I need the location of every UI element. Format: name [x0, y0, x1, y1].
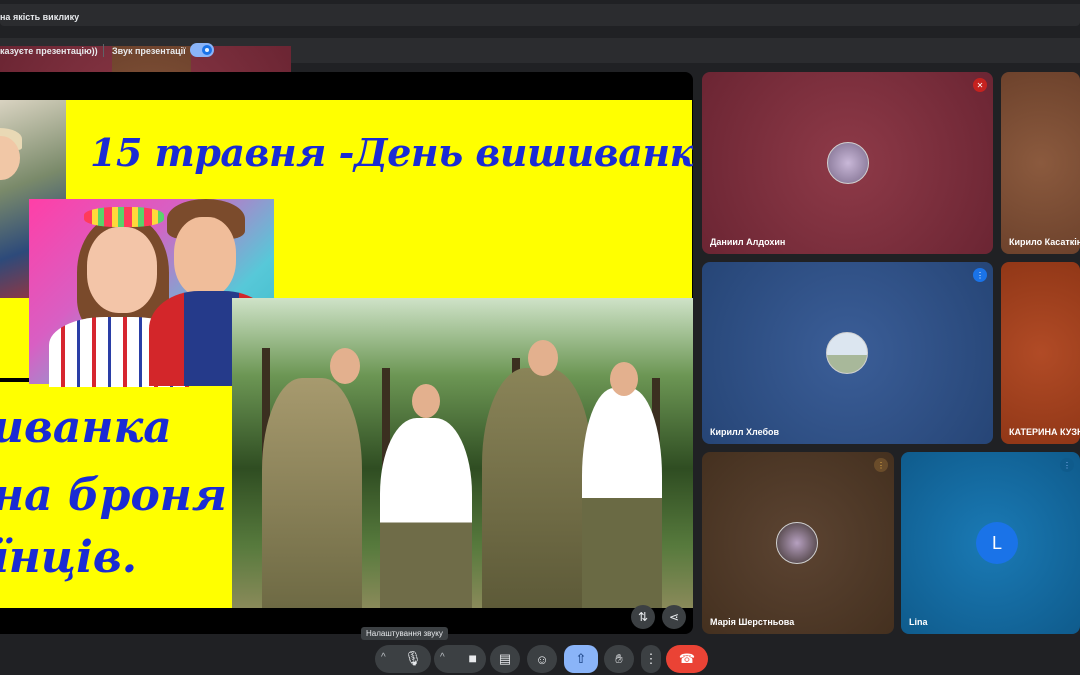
end-call-button[interactable]: ☎︎: [666, 645, 708, 673]
speaking-icon: ⋮: [1060, 458, 1074, 472]
boy-face: [174, 217, 236, 297]
participant-name: Lina: [909, 617, 928, 627]
camera-icon[interactable]: ■: [469, 650, 477, 666]
divider: [103, 44, 104, 57]
raise-hand-button[interactable]: ✋︎: [604, 645, 634, 673]
participant-tile[interactable]: ✕ Даниил Алдохин: [702, 72, 993, 254]
top-notification-bar: на якість виклику: [0, 0, 1080, 30]
participant-name: Кирилл Хлебов: [710, 427, 780, 437]
speaking-icon: ⋮: [973, 268, 987, 282]
soldier-head: [330, 348, 360, 384]
participant-tile[interactable]: ⋮ Кирилл Хлебов: [702, 262, 993, 444]
audio-settings-tooltip: Налаштування звуку: [361, 627, 448, 640]
participant-tile[interactable]: КАТЕРИНА КУЗН: [1001, 262, 1080, 444]
present-button[interactable]: ⇧: [564, 645, 598, 673]
mic-off-icon: ✕: [973, 78, 987, 92]
participant-name: Даниил Алдохин: [710, 237, 786, 247]
notification-strip: [0, 4, 1080, 26]
camera-control-group[interactable]: ^ ■: [434, 645, 486, 673]
flower-wreath: [84, 207, 164, 227]
raise-hand-icon: ✋︎: [615, 651, 623, 666]
participant-tile[interactable]: ⋮ Марія Шерстньова: [702, 452, 894, 634]
pin-icon[interactable]: ⇅: [631, 605, 655, 629]
captions-icon: ▤: [498, 651, 512, 666]
soldier: [482, 368, 592, 608]
emoji-button[interactable]: ☺: [527, 645, 557, 673]
microphone-icon[interactable]: 🎙︎: [404, 650, 422, 667]
girl-face: [87, 227, 157, 313]
slide-text-line: на броня: [0, 470, 227, 521]
slide-photo-soldiers: [232, 298, 693, 608]
participant-tile[interactable]: Кирило Касаткін: [1001, 72, 1080, 254]
presentation-sound-toggle[interactable]: [190, 43, 214, 57]
share-icon[interactable]: ⋖: [662, 605, 686, 629]
participant-name: Кирило Касаткін: [1009, 237, 1080, 247]
woman-head: [610, 362, 638, 396]
avatar: [826, 332, 868, 374]
soldier-head: [528, 340, 558, 376]
participant-name: КАТЕРИНА КУЗН: [1009, 427, 1080, 437]
present-screen-icon: ⇧: [575, 651, 587, 666]
more-vert-icon: ⋮: [644, 651, 658, 666]
presentation-stage: 15 травня -День вишиванки иванка на брон…: [0, 72, 693, 634]
notification-text: на якість виклику: [0, 12, 80, 22]
slide-title: 15 травня -День вишиванки: [90, 130, 693, 175]
woman-head: [412, 384, 440, 418]
participant-name: Марія Шерстньова: [710, 617, 795, 627]
slide-text-line: їнців.: [0, 532, 138, 583]
more-options-button[interactable]: ⋮: [641, 645, 661, 673]
slide-text-line: иванка: [0, 402, 172, 453]
chevron-up-icon[interactable]: ^: [381, 652, 386, 663]
chevron-up-icon[interactable]: ^: [440, 652, 445, 663]
avatar: [827, 142, 869, 184]
toggle-knob: [202, 45, 212, 55]
emoji-icon: ☺: [535, 651, 549, 667]
presentation-bar: казуєте презентацію)) Звук презентації: [0, 38, 1080, 228]
end-call-icon: ☎︎: [678, 651, 696, 666]
woman-vyshyvanka: [582, 388, 662, 608]
slide-yellow-strip: [0, 298, 30, 378]
speaking-icon: ⋮: [874, 458, 888, 472]
mic-control-group[interactable]: ^ 🎙︎: [375, 645, 431, 673]
avatar-initial: L: [976, 522, 1018, 564]
captions-button[interactable]: ▤: [490, 645, 520, 673]
avatar: [776, 522, 818, 564]
soldier: [262, 378, 362, 608]
woman-vyshyvanka: [380, 418, 472, 608]
